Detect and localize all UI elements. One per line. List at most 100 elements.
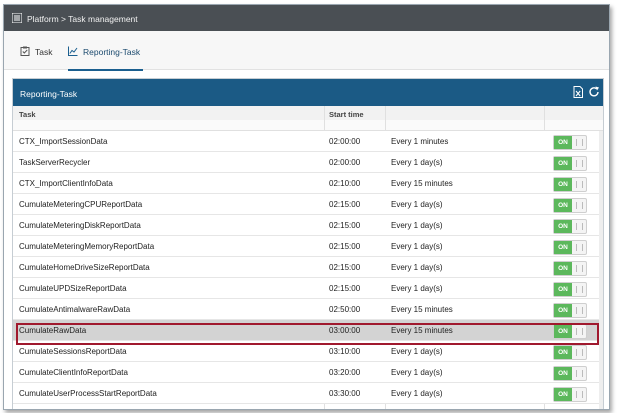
interval: Every 1 day(s)	[391, 221, 443, 230]
on-off-toggle[interactable]: ON	[553, 366, 587, 381]
table-header: Task Start time	[13, 106, 603, 121]
start-time: 03:30:00	[329, 389, 361, 398]
top-bar: Platform > Task management	[4, 5, 609, 31]
start-time: 02:15:00	[329, 284, 361, 293]
interval: Every 15 minutes	[391, 326, 453, 335]
toggle-on-label: ON	[554, 304, 572, 317]
interval: Every 1 minutes	[391, 137, 449, 146]
interval: Every 1 day(s)	[391, 368, 443, 377]
toggle-on-label: ON	[554, 388, 572, 401]
table-row[interactable]: CumulateMeteringMemoryReportData 02:15:0…	[13, 236, 603, 257]
filter-row	[13, 120, 603, 131]
toggle-on-label: ON	[554, 346, 572, 359]
tab-task-label: Task	[35, 47, 53, 57]
task-name: CumulateRawData	[19, 326, 87, 335]
task-name: CumulateMeteringDiskReportData	[19, 221, 141, 230]
toggle-knob	[576, 223, 583, 230]
on-off-toggle[interactable]: ON	[553, 219, 587, 234]
tab-task[interactable]: Task	[20, 46, 53, 69]
interval: Every 1 day(s)	[391, 200, 443, 209]
excel-export-icon[interactable]	[572, 86, 584, 98]
toggle-knob	[576, 328, 583, 335]
reporting-task-panel: Reporting-Task Task Start time CTX_Impor…	[12, 78, 604, 409]
toggle-knob	[576, 202, 583, 209]
start-time: 02:00:00	[329, 158, 361, 167]
task-name: CTX_ImportClientInfoData	[19, 179, 113, 188]
task-table-body: CTX_ImportSessionData 02:00:00 Every 1 m…	[13, 131, 603, 404]
interval: Every 1 day(s)	[391, 284, 443, 293]
start-time: 03:10:00	[329, 347, 361, 356]
on-off-toggle[interactable]: ON	[553, 156, 587, 171]
on-off-toggle[interactable]: ON	[553, 387, 587, 402]
column-header-start-time[interactable]: Start time	[329, 110, 364, 119]
interval: Every 15 minutes	[391, 179, 453, 188]
table-row[interactable]: CumulateAntimalwareRawData 02:50:00 Ever…	[13, 299, 603, 320]
scrollbar[interactable]	[599, 131, 603, 409]
table-row[interactable]: CTX_ImportSessionData 02:00:00 Every 1 m…	[13, 131, 603, 152]
task-name: CumulateAntimalwareRawData	[19, 305, 131, 314]
on-off-toggle[interactable]: ON	[553, 240, 587, 255]
table-row[interactable]: CTX_ImportClientInfoData 02:10:00 Every …	[13, 173, 603, 194]
start-time: 02:15:00	[329, 221, 361, 230]
toggle-on-label: ON	[554, 136, 572, 149]
interval: Every 1 day(s)	[391, 242, 443, 251]
toggle-on-label: ON	[554, 262, 572, 275]
toggle-knob	[576, 370, 583, 377]
table-row[interactable]: CumulateRawData 03:00:00 Every 15 minute…	[13, 320, 603, 341]
task-name: CumulateUPDSizeReportData	[19, 284, 127, 293]
toggle-on-label: ON	[554, 199, 572, 212]
start-time: 03:20:00	[329, 368, 361, 377]
task-name: TaskServerRecycler	[19, 158, 91, 167]
interval: Every 1 day(s)	[391, 263, 443, 272]
table-row[interactable]: CumulateMeteringCPUReportData 02:15:00 E…	[13, 194, 603, 215]
tab-bar: Task Reporting-Task	[4, 31, 609, 71]
start-time: 02:15:00	[329, 242, 361, 251]
refresh-icon[interactable]	[588, 86, 600, 98]
menu-icon[interactable]	[12, 13, 22, 23]
on-off-toggle[interactable]: ON	[553, 177, 587, 192]
on-off-toggle[interactable]: ON	[553, 282, 587, 297]
table-row[interactable]: TaskServerRecycler 02:00:00 Every 1 day(…	[13, 152, 603, 173]
table-row[interactable]: CumulateClientInfoReportData 03:20:00 Ev…	[13, 362, 603, 383]
task-name: CumulateClientInfoReportData	[19, 368, 128, 377]
toggle-on-label: ON	[554, 220, 572, 233]
toggle-on-label: ON	[554, 325, 572, 338]
interval: Every 1 day(s)	[391, 158, 443, 167]
toggle-knob	[576, 391, 583, 398]
table-row[interactable]: CumulateHomeDriveSizeReportData 02:15:00…	[13, 257, 603, 278]
toggle-on-label: ON	[554, 241, 572, 254]
table-row[interactable]: CumulateSessionsReportData 03:10:00 Ever…	[13, 341, 603, 362]
table-row[interactable]: CumulateUPDSizeReportData 02:15:00 Every…	[13, 278, 603, 299]
toggle-knob	[576, 139, 583, 146]
on-off-toggle[interactable]: ON	[553, 345, 587, 360]
start-time: 03:00:00	[329, 326, 361, 335]
start-time: 02:00:00	[329, 137, 361, 146]
clipboard-check-icon	[20, 46, 30, 56]
toggle-on-label: ON	[554, 367, 572, 380]
toggle-knob	[576, 265, 583, 272]
interval: Every 15 minutes	[391, 305, 453, 314]
on-off-toggle[interactable]: ON	[553, 261, 587, 276]
task-name: CumulateMeteringMemoryReportData	[19, 242, 155, 251]
on-off-toggle[interactable]: ON	[553, 324, 587, 339]
toggle-knob	[576, 349, 583, 356]
interval: Every 1 day(s)	[391, 347, 443, 356]
table-row[interactable]: CumulateMeteringDiskReportData 02:15:00 …	[13, 215, 603, 236]
interval: Every 1 day(s)	[391, 389, 443, 398]
breadcrumb: Platform > Task management	[27, 14, 138, 24]
toggle-knob	[576, 307, 583, 314]
on-off-toggle[interactable]: ON	[553, 303, 587, 318]
table-row[interactable]: CumulateUserProcessStartReportData 03:30…	[13, 383, 603, 404]
start-time: 02:10:00	[329, 179, 361, 188]
start-time: 02:15:00	[329, 263, 361, 272]
toggle-on-label: ON	[554, 157, 572, 170]
on-off-toggle[interactable]: ON	[553, 198, 587, 213]
task-name: CumulateHomeDriveSizeReportData	[19, 263, 150, 272]
tab-reporting-task-label: Reporting-Task	[83, 47, 141, 57]
on-off-toggle[interactable]: ON	[553, 135, 587, 150]
app-window: Platform > Task management Task Reportin…	[3, 4, 610, 410]
panel-header: Reporting-Task	[13, 79, 603, 106]
task-name: CumulateSessionsReportData	[19, 347, 127, 356]
column-header-task[interactable]: Task	[19, 110, 36, 119]
tab-reporting-task[interactable]: Reporting-Task	[68, 46, 143, 71]
